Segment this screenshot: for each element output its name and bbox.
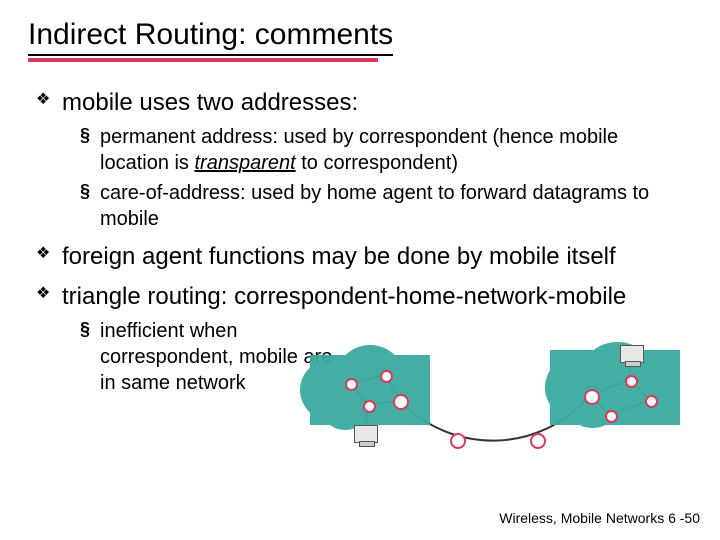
slide: Indirect Routing: comments mobile uses t… [0,0,720,540]
router-node [645,395,658,408]
router-node [530,433,546,449]
router-node [625,375,638,388]
bullet-3-text: triangle routing: correspondent-home-net… [62,283,626,310]
slide-footer: Wireless, Mobile Networks 6 -50 [499,510,700,526]
router-node [584,389,600,405]
router-node [363,400,376,413]
cloud-left [310,355,430,425]
host-icon [620,345,644,363]
title-underline-accent [28,58,378,62]
bullet-1-sublist: permanent address: used by correspondent… [62,124,692,232]
router-node [450,433,466,449]
slide-title: Indirect Routing: comments [28,18,393,56]
router-node [345,378,358,391]
host-icon [354,425,378,443]
bullet-1-sub-2: care-of-address: used by home agent to f… [80,180,692,232]
router-node [393,394,409,410]
bullet-3-sublist: inefficient when correspondent, mobile a… [62,318,340,396]
bullet-1-sub-1-em: transparent [195,152,296,174]
bullet-1-text: mobile uses two addresses: [62,89,358,116]
bullet-1-sub-1: permanent address: used by correspondent… [80,124,692,176]
network-diagram [330,345,660,465]
bullet-1: mobile uses two addresses: permanent add… [36,88,692,232]
bullet-1-sub-1b: to correspondent) [296,152,458,174]
bullet-2: foreign agent functions may be done by m… [36,242,692,272]
router-node [380,370,393,383]
router-node [605,410,618,423]
